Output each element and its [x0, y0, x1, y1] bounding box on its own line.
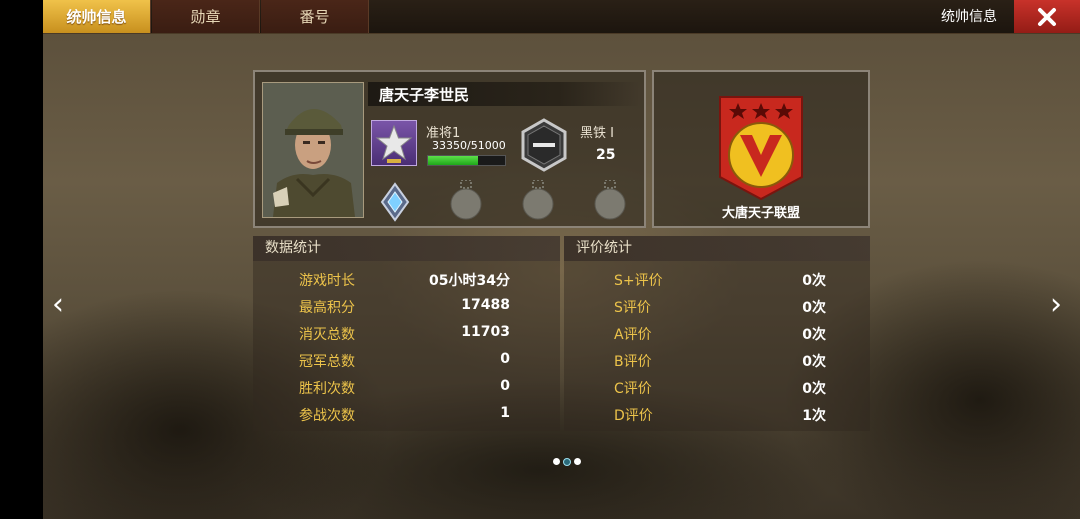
game-screen: 统帅信息 勋章 番号 统帅信息 唐天子李世民 准将1 33350/51000 黑… [0, 0, 1080, 519]
chevron-left-icon: ‹ [52, 287, 64, 322]
tier-badge[interactable] [520, 118, 568, 172]
rating-value-splus: 0次 [802, 273, 826, 289]
stat-label-high-score: 最高积分 [299, 300, 355, 316]
rating-label-a: A评价 [614, 327, 652, 343]
stat-value-high-score: 17488 [461, 297, 510, 313]
prev-page-button[interactable]: ‹ [52, 287, 64, 322]
stat-label-kills: 消灭总数 [299, 327, 355, 343]
medal-slot-4[interactable] [593, 179, 627, 220]
xp-text: 33350/51000 [432, 139, 506, 152]
chevron-right-icon: › [1050, 287, 1062, 322]
empty-medal-slot-icon [594, 179, 626, 220]
tab-unit-number[interactable]: 番号 [261, 0, 369, 33]
rating-label-d: D评价 [614, 408, 653, 424]
stat-label-championships: 冠军总数 [299, 354, 355, 370]
xp-progress-fill [428, 156, 479, 165]
stat-label-wins: 胜利次数 [299, 381, 355, 397]
alliance-emblem[interactable] [718, 95, 804, 201]
rating-value-d: 1次 [802, 408, 826, 424]
stat-label-play-time: 游戏时长 [299, 273, 355, 289]
rank-star-icon [375, 124, 413, 163]
medal-slot-1[interactable] [380, 182, 414, 222]
stat-value-battles: 1 [500, 405, 510, 421]
soldier-portrait-icon [263, 83, 363, 217]
left-edge [0, 0, 43, 519]
rating-stats-header: 评价统计 [564, 236, 870, 261]
tier-hexagon-icon [521, 118, 567, 172]
xp-progress-bar [427, 155, 506, 166]
alliance-emblem-icon [719, 96, 803, 201]
tier-label: 黑铁 I [580, 126, 614, 141]
close-button[interactable] [1014, 0, 1080, 33]
rating-label-b: B评价 [614, 354, 652, 370]
empty-medal-slot-icon [450, 179, 482, 220]
next-page-button[interactable]: › [1050, 287, 1062, 322]
stat-value-championships: 0 [500, 351, 510, 367]
rating-label-splus: S+评价 [614, 273, 663, 289]
empty-medal-slot-icon [522, 179, 554, 220]
tab-commander-info[interactable]: 统帅信息 [43, 0, 151, 33]
commander-name: 唐天子李世民 [379, 86, 470, 104]
diamond-medal-icon [380, 182, 410, 222]
data-stats-header: 数据统计 [253, 236, 560, 261]
stat-value-play-time: 05小时34分 [429, 273, 510, 289]
page-dot-2[interactable] [563, 458, 571, 466]
stat-value-wins: 0 [500, 378, 510, 394]
stat-label-battles: 参战次数 [299, 408, 355, 424]
medal-slot-3[interactable] [521, 179, 555, 220]
rating-label-s: S评价 [614, 300, 651, 316]
rating-value-s: 0次 [802, 300, 826, 316]
close-icon [1038, 7, 1056, 26]
tier-level: 25 [596, 147, 616, 163]
page-title: 统帅信息 [941, 9, 997, 25]
rank-badge[interactable] [371, 120, 417, 166]
stat-value-kills: 11703 [461, 324, 510, 340]
top-bar: 统帅信息 勋章 番号 [43, 0, 1080, 34]
alliance-name: 大唐天子联盟 [721, 206, 800, 221]
commander-avatar[interactable] [262, 82, 364, 218]
rating-value-a: 0次 [802, 327, 826, 343]
medal-slot-2[interactable] [449, 179, 483, 220]
page-dot-1[interactable] [553, 458, 560, 465]
tab-medals[interactable]: 勋章 [152, 0, 260, 33]
rating-value-c: 0次 [802, 381, 826, 397]
rating-label-c: C评价 [614, 381, 652, 397]
rating-value-b: 0次 [802, 354, 826, 370]
page-dot-3[interactable] [574, 458, 581, 465]
